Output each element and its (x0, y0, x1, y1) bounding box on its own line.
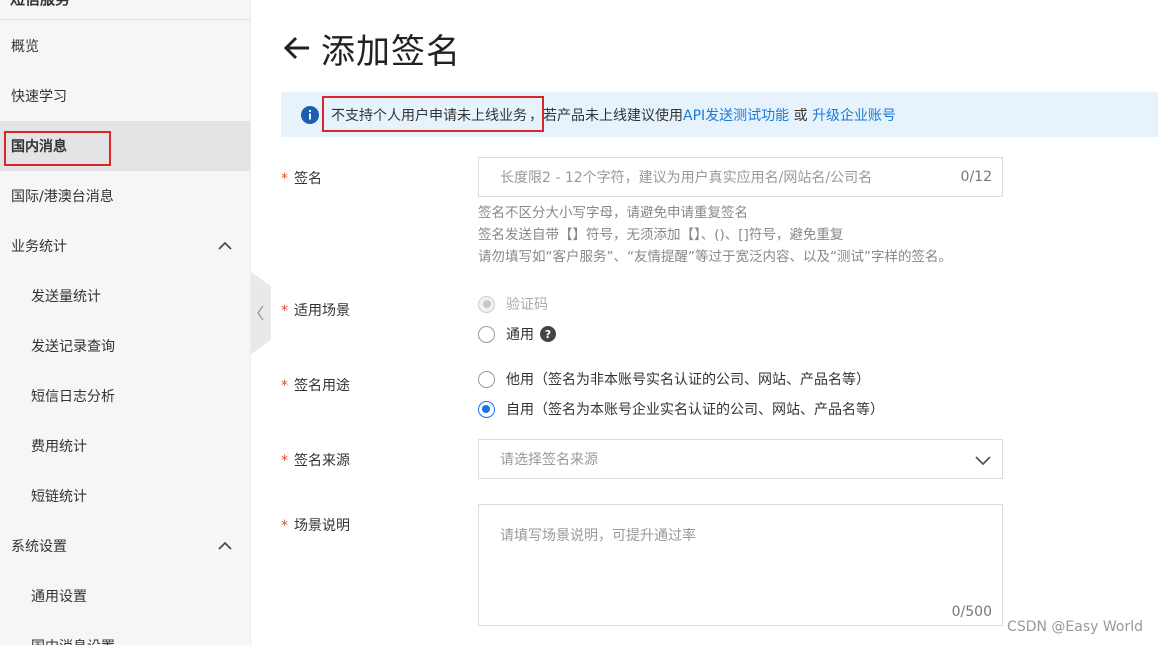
description-label-text: 场景说明 (294, 518, 350, 534)
sidebar-item-label: 短信日志分析 (31, 389, 115, 405)
upgrade-enterprise-link[interactable]: 升级企业账号 (812, 105, 896, 125)
radio-button[interactable] (478, 325, 495, 343)
page-title: 添加签名 (321, 31, 461, 72)
signature-hint-1: 签名不区分大小写字母，请避免申请重复签名 (478, 205, 748, 221)
required-mark: * (281, 453, 288, 469)
sidebar-item-label: 快速学习 (11, 89, 67, 105)
usage-label-text: 签名用途 (294, 378, 350, 394)
signature-hint-3: 请勿填写如“客户服务”、“友情提醒”等过于宽泛内容、以及“测试”字样的签名。 (478, 249, 952, 265)
radio-button-checked[interactable] (478, 400, 495, 418)
source-label: * 签名来源 (281, 450, 350, 470)
sidebar-item-label: 概览 (11, 39, 39, 55)
radio-button[interactable] (478, 295, 495, 313)
sidebar-item-system-settings[interactable]: 系统设置 (0, 521, 250, 571)
source-label-text: 签名来源 (294, 453, 350, 469)
api-test-link[interactable]: API发送测试功能 (683, 105, 789, 125)
main-content: 添加签名 不支持个人用户申请未上线业务 ，若产品未上线建议使用 API发送测试功… (281, 0, 1158, 645)
sidebar-item-label: 国内消息设置 (31, 636, 115, 645)
chevron-up-icon (218, 241, 232, 250)
description-placeholder: 请填写场景说明，可提升通过率 (500, 528, 696, 544)
sidebar-item-domestic-messages[interactable]: 国内消息 (0, 121, 250, 171)
sidebar-item-send-volume-stats[interactable]: 发送量统计 (0, 271, 250, 321)
notice-banner: 不支持个人用户申请未上线业务 ，若产品未上线建议使用 API发送测试功能 或 升… (281, 92, 1158, 137)
required-mark: * (281, 303, 288, 319)
help-icon[interactable]: ? (540, 326, 556, 342)
sidebar-item-domestic-message-settings[interactable]: 国内消息设置 (0, 621, 250, 645)
signature-input[interactable]: 长度限2 - 12个字符，建议为用户真实应用名/网站名/公司名 0/12 (478, 157, 1003, 197)
sidebar-title: 短信服务 (10, 0, 70, 9)
usage-option-label: 自用（签名为本账号企业实名认证的公司、网站、产品名等） (506, 402, 884, 418)
source-placeholder: 请选择签名来源 (500, 452, 598, 468)
chevron-down-icon (975, 456, 991, 466)
signature-label-text: 签名 (294, 171, 322, 187)
sidebar-item-label: 通用设置 (31, 589, 87, 605)
sidebar-item-label: 国内消息 (11, 139, 67, 155)
page-header: 添加签名 (281, 26, 461, 72)
sidebar-item-general-settings[interactable]: 通用设置 (0, 571, 250, 621)
usage-label: * 签名用途 (281, 375, 350, 395)
notice-highlight-text: 不支持个人用户申请未上线业务 (331, 107, 527, 124)
usage-option-self[interactable]: 自用（签名为本账号企业实名认证的公司、网站、产品名等） (478, 399, 884, 419)
usage-option-label: 他用（签名为非本账号实名认证的公司、网站、产品名等） (506, 372, 870, 388)
sidebar-item-send-record-query[interactable]: 发送记录查询 (0, 321, 250, 371)
sidebar-item-label: 费用统计 (31, 439, 87, 455)
description-label: * 场景说明 (281, 515, 350, 535)
source-select[interactable]: 请选择签名来源 (478, 439, 1003, 479)
scenario-option-general[interactable]: 通用 ? (478, 324, 556, 344)
signature-label: * 签名 (281, 168, 322, 188)
sidebar-item-international-messages[interactable]: 国际/港澳台消息 (0, 171, 250, 221)
sidebar-item-sms-log-analysis[interactable]: 短信日志分析 (0, 371, 250, 421)
description-textarea[interactable]: 请填写场景说明，可提升通过率 0/500 (478, 504, 1003, 626)
sidebar-item-label: 发送量统计 (31, 289, 101, 305)
signature-placeholder: 长度限2 - 12个字符，建议为用户真实应用名/网站名/公司名 (500, 170, 873, 186)
signature-hint-2: 签名发送自带【】符号，无须添加【】、()、[]符号，避免重复 (478, 227, 844, 243)
required-mark: * (281, 378, 288, 394)
sidebar-item-cost-stats[interactable]: 费用统计 (0, 421, 250, 471)
sidebar-item-label: 发送记录查询 (31, 339, 115, 355)
scenario-label: * 适用场景 (281, 300, 350, 320)
usage-option-others[interactable]: 他用（签名为非本账号实名认证的公司、网站、产品名等） (478, 369, 870, 389)
scenario-option-label: 验证码 (506, 297, 548, 313)
scenario-option-verification[interactable]: 验证码 (478, 294, 548, 314)
notice-text: ，若产品未上线建议使用 (529, 107, 683, 124)
sidebar-item-label: 业务统计 (11, 239, 67, 255)
scenario-label-text: 适用场景 (294, 303, 350, 319)
chevron-up-icon (218, 541, 232, 550)
back-arrow-icon[interactable] (281, 32, 313, 64)
sidebar-item-label: 系统设置 (11, 539, 67, 555)
watermark: CSDN @Easy World (1007, 619, 1143, 635)
description-char-counter: 0/500 (951, 604, 992, 620)
required-mark: * (281, 171, 288, 187)
sidebar-item-business-stats[interactable]: 业务统计 (0, 221, 250, 271)
sidebar-item-overview[interactable]: 概览 (0, 21, 250, 71)
info-icon (301, 105, 319, 124)
sidebar: 短信服务 概览 快速学习 国内消息 国际/港澳台消息 业务统计 发送量统计 发送… (0, 0, 251, 645)
required-mark: * (281, 518, 288, 534)
sidebar-item-quick-learn[interactable]: 快速学习 (0, 71, 250, 121)
sidebar-item-label: 短链统计 (31, 489, 87, 505)
sidebar-header: 短信服务 (0, 0, 250, 20)
signature-char-counter: 0/12 (960, 169, 992, 185)
scenario-option-label: 通用 (506, 327, 534, 343)
sidebar-item-label: 国际/港澳台消息 (11, 189, 114, 205)
sidebar-item-short-link-stats[interactable]: 短链统计 (0, 471, 250, 521)
sidebar-collapse-handle[interactable] (251, 272, 271, 354)
notice-or-text: 或 (789, 107, 813, 124)
radio-button[interactable] (478, 370, 495, 388)
